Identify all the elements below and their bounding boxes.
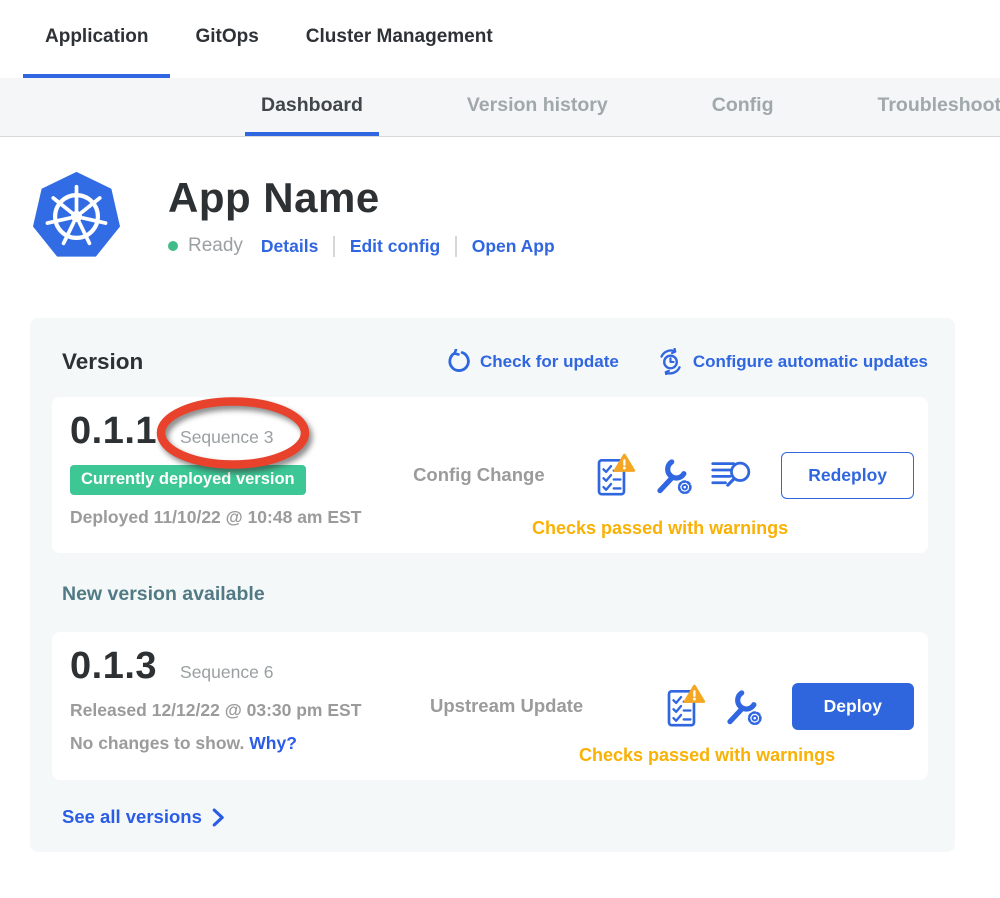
deployed-timestamp: Deployed 11/10/22 @ 10:48 am EST xyxy=(70,507,383,528)
config-wrench-icon[interactable] xyxy=(653,455,693,495)
topnav-item-gitops[interactable]: GitOps xyxy=(173,0,280,78)
current-version-number: 0.1.1 xyxy=(70,410,157,453)
tab-version-history[interactable]: Version history xyxy=(451,78,624,136)
currently-deployed-badge: Currently deployed version xyxy=(70,465,306,495)
chevron-right-icon xyxy=(212,808,225,827)
page-title: App Name xyxy=(168,174,555,222)
divider xyxy=(333,236,335,257)
current-version-card: 0.1.1 Sequence 3 Currently deployed vers… xyxy=(52,397,928,553)
available-version-card: 0.1.3 Sequence 6 Released 12/12/22 @ 03:… xyxy=(52,632,928,780)
kubernetes-logo-icon xyxy=(30,170,123,263)
open-app-link[interactable]: Open App xyxy=(472,236,555,257)
preflight-checks-warning-icon[interactable] xyxy=(665,684,706,729)
view-diff-icon[interactable] xyxy=(710,457,752,494)
scheduled-update-icon xyxy=(657,348,684,375)
preflight-checks-warning-icon[interactable] xyxy=(595,453,636,498)
tab-config[interactable]: Config xyxy=(696,78,790,136)
current-checks-status: Checks passed with warnings xyxy=(532,518,788,539)
redeploy-button[interactable]: Redeploy xyxy=(781,452,914,499)
app-tab-bar: Dashboard Version history Config Trouble… xyxy=(0,78,1000,137)
status-dot-icon xyxy=(168,241,178,251)
version-section: Version Check for update Configure xyxy=(30,318,955,852)
topnav-item-application[interactable]: Application xyxy=(23,0,170,78)
see-all-versions-link[interactable]: See all versions xyxy=(62,806,928,828)
details-link[interactable]: Details xyxy=(261,236,318,257)
released-timestamp: Released 12/12/22 @ 03:30 pm EST xyxy=(70,700,400,721)
edit-config-link[interactable]: Edit config xyxy=(350,236,440,257)
top-navigation: Application GitOps Cluster Management xyxy=(0,0,1000,78)
refresh-icon xyxy=(445,349,471,375)
topnav-item-cluster-management[interactable]: Cluster Management xyxy=(284,0,515,78)
deploy-button[interactable]: Deploy xyxy=(792,683,914,730)
status-badge: Ready xyxy=(188,235,243,257)
available-sequence-label: Sequence 6 xyxy=(180,662,273,683)
config-wrench-icon[interactable] xyxy=(723,686,763,726)
why-link[interactable]: Why? xyxy=(249,733,297,753)
configure-automatic-updates-link[interactable]: Configure automatic updates xyxy=(657,348,928,375)
check-for-update-link[interactable]: Check for update xyxy=(445,349,619,375)
version-section-title: Version xyxy=(62,349,143,375)
no-changes-line: No changes to show. Why? xyxy=(70,733,400,754)
new-version-heading: New version available xyxy=(62,583,928,606)
divider xyxy=(455,236,457,257)
available-checks-status: Checks passed with warnings xyxy=(579,745,835,766)
current-sequence-label: Sequence 3 xyxy=(180,427,273,448)
app-header: App Name Ready Details Edit config Open … xyxy=(0,137,1000,263)
available-version-number: 0.1.3 xyxy=(70,645,157,688)
tab-troubleshoot[interactable]: Troubleshoot xyxy=(861,78,1000,136)
tab-dashboard[interactable]: Dashboard xyxy=(245,78,379,136)
